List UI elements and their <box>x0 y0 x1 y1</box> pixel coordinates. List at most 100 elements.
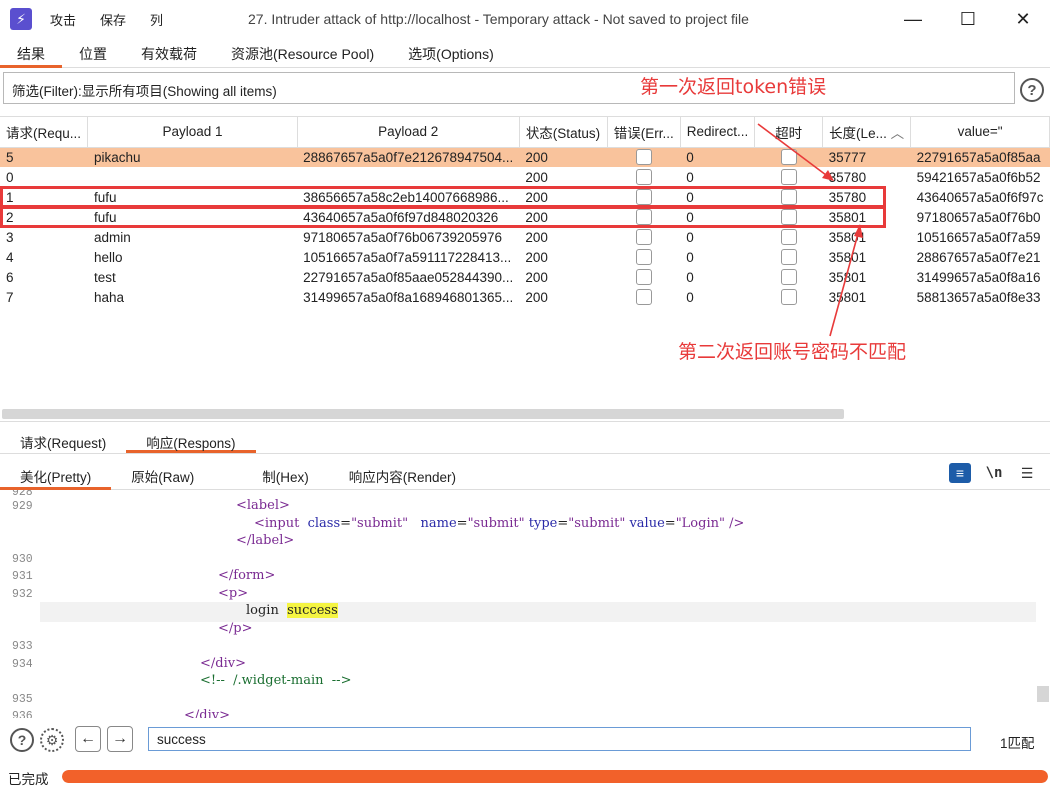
menu-attack[interactable]: 攻击 <box>50 10 76 29</box>
col-value[interactable]: value=" <box>910 117 1050 148</box>
col-status[interactable]: 状态(Status) <box>519 117 608 148</box>
search-match-highlight: success <box>287 603 338 618</box>
cell-payload2: 31499657a5a0f8a168946801365... <box>303 289 514 305</box>
status-bar: 已完成 <box>0 762 1050 789</box>
previous-match-button[interactable]: ← <box>75 726 101 752</box>
cell-timeout <box>755 187 823 207</box>
newline-toggle-icon[interactable]: \n <box>983 463 1005 483</box>
table-row[interactable]: 0 200 0 35780 59421657a5a0f6b52 <box>0 167 1050 187</box>
cell-redirect: 0 <box>686 269 694 285</box>
cell-value: 59421657a5a0f6b52 <box>916 169 1041 185</box>
help-icon-search[interactable]: ? <box>10 728 34 752</box>
horizontal-scrollbar[interactable] <box>2 409 844 419</box>
code-login-text: login <box>246 603 279 618</box>
annotation-token-error: 第一次返回token错误 <box>640 76 827 98</box>
menu-save[interactable]: 保存 <box>100 10 126 29</box>
table-row[interactable]: 4 hello 10516657a5a0f7a591117228413... 200 0… <box>0 247 1050 267</box>
cell-value: 28867657a5a0f7e21 <box>916 249 1041 265</box>
timeout-checkbox <box>780 289 797 306</box>
line-number: 934 <box>12 658 33 671</box>
col-timeout[interactable]: 超时 <box>754 117 824 148</box>
help-icon[interactable]: ? <box>1020 78 1044 102</box>
cell-payload2: 97180657a5a0f76b06739205976 <box>303 229 503 245</box>
cell-length: 35801 <box>828 209 867 225</box>
tab-raw[interactable]: 原始(Raw) <box>111 460 242 490</box>
next-match-button[interactable]: → <box>107 726 133 752</box>
cell-length: 35777 <box>822 147 911 167</box>
tab-positions[interactable]: 位置 <box>62 38 124 68</box>
error-checkbox <box>635 249 652 266</box>
col-length[interactable]: 长度(Le... ︿ <box>822 117 912 148</box>
cell-timeout <box>755 287 823 307</box>
col-error[interactable]: 错误(Err... <box>607 117 681 148</box>
word-wrap-icon[interactable]: ≡ <box>949 463 971 483</box>
close-button[interactable]: ✕ <box>1000 6 1046 32</box>
maximize-button[interactable]: ☐ <box>945 6 991 32</box>
timeout-checkbox <box>780 209 797 226</box>
cell-redirect: 0 <box>686 289 694 305</box>
settings-gear-icon[interactable]: ⚙ <box>40 728 64 752</box>
cell-value: 43640657a5a0f6f97c <box>916 189 1044 205</box>
code-label-open: <label> <box>236 498 290 513</box>
code-p-close: </p> <box>218 621 253 636</box>
cell-payload1: test <box>93 269 116 285</box>
tab-options[interactable]: 选项(Options) <box>391 38 511 68</box>
cell-payload1: haha <box>93 289 124 305</box>
col-payload1[interactable]: Payload 1 <box>87 117 298 148</box>
code-login-success: login success <box>246 603 338 618</box>
cell-payload1: hello <box>93 249 123 265</box>
code-type-attr: type <box>528 516 558 531</box>
cell-value: 97180657a5a0f76b0 <box>916 209 1041 225</box>
tab-pretty[interactable]: 美化(Pretty) <box>0 460 112 490</box>
tab-hex[interactable]: 制(Hex) <box>242 460 329 490</box>
code-value-val: "Login" <box>675 516 725 531</box>
cell-error <box>607 267 680 287</box>
tab-resource-pool[interactable]: 资源池(Resource Pool) <box>214 38 391 68</box>
cell-value: 31499657a5a0f8a16 <box>916 269 1041 285</box>
line-number: 931 <box>12 570 33 583</box>
window-title: 27. Intruder attack of http://localhost … <box>248 11 749 27</box>
cell-length: 35801 <box>828 269 867 285</box>
table-row[interactable]: 5 pikachu 28867657a5a0f7e212678947504... 20… <box>0 147 1050 167</box>
code-name-val: "submit" <box>467 516 525 531</box>
cell-error <box>607 167 680 187</box>
col-payload2[interactable]: Payload 2 <box>297 117 520 148</box>
progress-fill <box>62 770 1048 783</box>
tab-request[interactable]: 请求(Request) <box>0 426 126 453</box>
code-div-close: </div> <box>200 656 246 671</box>
cell-length: 35780 <box>828 169 867 185</box>
col-redirect[interactable]: Redirect... <box>680 117 756 148</box>
cell-timeout <box>754 147 823 167</box>
code-self-close: /> <box>729 516 745 531</box>
minimize-button[interactable]: — <box>890 6 936 32</box>
table-row[interactable]: 2 fufu 43640657a5a0f6f97d848020326 200 0 3580… <box>0 207 1050 227</box>
hamburger-menu-icon[interactable]: ☰ <box>1016 463 1038 483</box>
cell-redirect: 0 <box>686 189 694 205</box>
code-line: <!-- /.widget-main --> <box>0 673 1036 691</box>
cell-redirect: 0 <box>686 169 694 185</box>
cell-value: 58813657a5a0f8e33 <box>916 289 1041 305</box>
filter-bar[interactable]: 筛选(Filter):显示所有项目(Showing all items) <box>3 72 1015 104</box>
code-value-attr: value <box>629 516 665 531</box>
table-row[interactable]: 6 test 22791657a5a0f85aae052844390... 200 0 3… <box>0 267 1050 287</box>
line-number: 932 <box>12 588 33 601</box>
menu-columns[interactable]: 列 <box>150 10 163 29</box>
line-number: 929 <box>12 500 33 513</box>
tab-payloads[interactable]: 有效载荷 <box>124 38 214 68</box>
table-row[interactable]: 1 fufu 38656657a58c2eb14007668986... 200 0 35… <box>0 187 1050 207</box>
table-row[interactable]: 3 admin 97180657a5a0f76b06739205976 200 0 358… <box>0 227 1050 247</box>
cell-payload2 <box>297 167 519 187</box>
code-line: 932 <p> <box>0 586 1036 604</box>
error-checkbox <box>635 289 652 306</box>
table-row[interactable]: 7 haha 31499657a5a0f8a168946801365... 200 0 3… <box>0 287 1050 307</box>
match-count: 1匹配 <box>1000 736 1035 751</box>
tab-render[interactable]: 响应内容(Render) <box>329 460 476 490</box>
search-input[interactable] <box>148 727 971 751</box>
timeout-checkbox <box>780 189 797 206</box>
response-editor[interactable]: 928 929 <label> <input class="submit" na… <box>0 490 1050 718</box>
tab-response[interactable]: 响应(Respons) <box>126 426 256 453</box>
vertical-scrollbar[interactable] <box>1037 686 1049 702</box>
tab-results[interactable]: 结果 <box>0 38 62 68</box>
annotation-credential-mismatch: 第二次返回账号密码不匹配 <box>678 341 907 363</box>
col-request[interactable]: 请求(Requ... <box>0 117 89 148</box>
